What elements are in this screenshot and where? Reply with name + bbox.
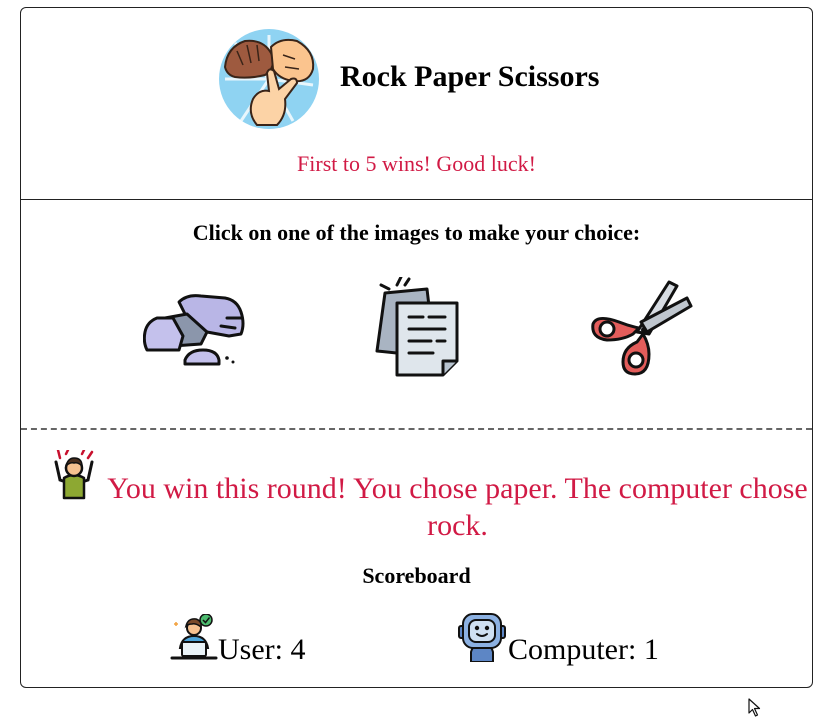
game-card: Rock Paper Scissors First to 5 wins! Goo… [20,7,813,688]
hands-logo-icon [219,29,319,129]
round-result-message: You win this round! You chose paper. The… [107,472,808,542]
subtitle: First to 5 wins! Good luck! [297,151,536,176]
instruction-text: Click on one of the images to make your … [192,220,641,245]
scoreboard-title: Scoreboard [362,563,471,588]
computer-score: Computer: 1 [508,633,659,666]
paper-choice-button[interactable] [371,277,463,379]
celebrating-person-icon [52,448,96,505]
mouse-cursor-icon [748,698,762,723]
rock-icon [143,294,245,366]
user-score: User: 4 [218,633,306,666]
result-area: You win this round! You chose paper. The… [21,430,812,688]
rock-choice-button[interactable] [143,288,247,372]
scissors-icon [591,280,693,376]
user-laptop-icon [170,613,218,667]
header: Rock Paper Scissors First to 5 wins! Goo… [21,8,812,200]
choices-section: Click on one of the images to make your … [21,200,812,430]
paper-icon [375,277,459,377]
page-title: Rock Paper Scissors [340,60,600,93]
robot-icon [457,612,507,667]
scissors-choice-button[interactable] [591,278,693,378]
